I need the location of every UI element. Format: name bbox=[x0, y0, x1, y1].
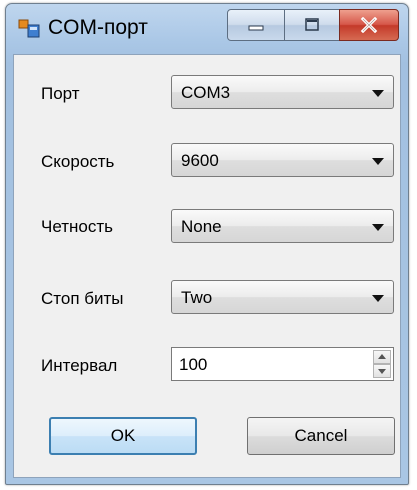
arrow-down-icon bbox=[378, 369, 386, 374]
spin-down-button[interactable] bbox=[373, 364, 391, 378]
minimize-button[interactable] bbox=[227, 9, 285, 41]
com-port-dialog: COM-порт Порт COM3 Скорость 9600 Четност… bbox=[5, 3, 409, 485]
port-select-value: COM3 bbox=[181, 83, 231, 102]
cancel-button[interactable]: Cancel bbox=[247, 417, 395, 455]
baud-select-value: 9600 bbox=[181, 151, 219, 170]
window-title: COM-порт bbox=[48, 16, 148, 39]
minimize-icon bbox=[248, 25, 264, 31]
dropdown-arrow-icon bbox=[372, 224, 384, 231]
stop-bits-select[interactable]: Two bbox=[171, 280, 394, 314]
stop-bits-select-value: Two bbox=[181, 288, 213, 307]
parity-label: Четность bbox=[41, 217, 113, 236]
port-select[interactable]: COM3 bbox=[171, 75, 394, 109]
interval-value: 100 bbox=[179, 355, 208, 374]
arrow-up-icon bbox=[378, 354, 386, 359]
stop-bits-label: Стоп биты bbox=[41, 289, 124, 308]
baud-label: Скорость bbox=[41, 152, 115, 171]
application-window-icon bbox=[18, 19, 40, 38]
ok-button[interactable]: OK bbox=[49, 417, 197, 455]
dialog-client-area: Порт COM3 Скорость 9600 Четность None Ст… bbox=[13, 54, 401, 478]
dropdown-arrow-icon bbox=[372, 90, 384, 97]
maximize-button[interactable] bbox=[284, 9, 340, 41]
parity-select[interactable]: None bbox=[171, 209, 394, 243]
interval-label: Интервал bbox=[41, 356, 118, 375]
title-bar[interactable]: COM-порт bbox=[6, 4, 408, 54]
spin-up-button[interactable] bbox=[373, 350, 391, 364]
parity-select-value: None bbox=[181, 217, 222, 236]
baud-select[interactable]: 9600 bbox=[171, 143, 394, 177]
close-button[interactable] bbox=[339, 9, 399, 41]
maximize-icon bbox=[305, 18, 319, 31]
close-icon bbox=[360, 17, 378, 33]
port-label: Порт bbox=[41, 84, 80, 103]
dropdown-arrow-icon bbox=[372, 295, 384, 302]
interval-spinner bbox=[373, 350, 391, 378]
interval-numeric-field[interactable]: 100 bbox=[171, 347, 394, 381]
dropdown-arrow-icon bbox=[372, 158, 384, 165]
